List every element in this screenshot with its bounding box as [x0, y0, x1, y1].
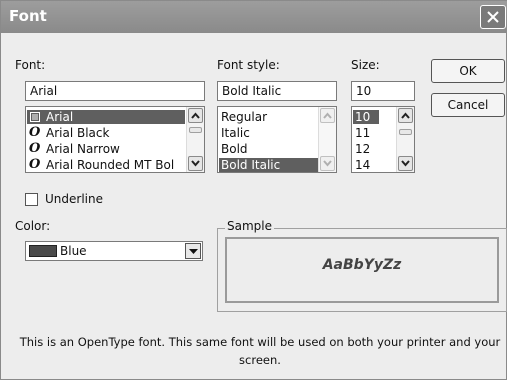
font-label: Font:: [15, 58, 46, 72]
style-list-scrollbar[interactable]: [318, 107, 336, 172]
chevron-up-icon: [323, 112, 332, 119]
sample-preview: AaBbYyZz: [225, 237, 499, 303]
style-list-item-bold-italic[interactable]: Bold Italic: [219, 158, 319, 172]
opentype-icon: O: [29, 125, 41, 140]
font-list-item-label: Arial Narrow: [46, 142, 120, 156]
font-name-input[interactable]: Arial: [25, 81, 205, 101]
font-style-list[interactable]: Regular Italic Bold Bold Italic: [217, 106, 337, 173]
opentype-icon: O: [29, 157, 41, 172]
scroll-thumb[interactable]: [189, 127, 202, 133]
size-input[interactable]: 10: [351, 81, 415, 101]
scroll-up-button[interactable]: [398, 108, 413, 123]
chevron-down-icon: [191, 160, 200, 167]
dialog-title: Font: [9, 7, 47, 25]
style-list-item-bold[interactable]: Bold: [219, 142, 319, 156]
printer-font-icon: [30, 112, 40, 122]
size-list-item-12[interactable]: 12: [353, 142, 379, 156]
chevron-down-icon: [323, 160, 332, 167]
opentype-icon: O: [29, 141, 41, 156]
font-list-item-label: Arial: [46, 110, 74, 124]
size-label: Size:: [351, 58, 380, 72]
scroll-down-button[interactable]: [398, 156, 413, 171]
scroll-thumb[interactable]: [399, 129, 412, 135]
font-list-item-arial-black[interactable]: O Arial Black: [27, 125, 185, 141]
scroll-up-button[interactable]: [188, 108, 203, 123]
font-list-item-label: Arial Rounded MT Bol: [46, 158, 175, 172]
style-list-item-regular[interactable]: Regular: [219, 110, 319, 124]
scroll-down-button[interactable]: [188, 156, 203, 171]
font-list-item-arial[interactable]: Arial: [27, 110, 185, 124]
title-bar[interactable]: Font: [1, 1, 507, 33]
font-list-scrollbar[interactable]: [186, 107, 204, 172]
close-button[interactable]: [480, 5, 506, 29]
font-list-item-label: Arial Black: [46, 126, 110, 140]
font-style-input[interactable]: Bold Italic: [217, 81, 337, 101]
size-list-item-14[interactable]: 14: [353, 158, 379, 172]
close-icon: [487, 11, 499, 23]
font-list-item-arial-narrow[interactable]: O Arial Narrow: [27, 141, 185, 157]
cancel-button[interactable]: Cancel: [431, 93, 505, 117]
underline-label[interactable]: Underline: [45, 192, 103, 206]
color-swatch: [29, 245, 57, 257]
size-list[interactable]: 10 11 12 14: [351, 106, 415, 173]
color-select[interactable]: Blue: [25, 241, 203, 261]
underline-checkbox[interactable]: [25, 193, 38, 206]
font-list[interactable]: Arial O Arial Black O Arial Narrow O Ari…: [25, 106, 205, 173]
size-list-item-11[interactable]: 11: [353, 126, 379, 140]
color-label: Color:: [15, 219, 51, 233]
font-description: This is an OpenType font. This same font…: [19, 335, 501, 367]
font-list-item-arial-rounded[interactable]: O Arial Rounded MT Bol: [27, 157, 185, 173]
chevron-down-icon: [401, 160, 410, 167]
chevron-up-icon: [401, 112, 410, 119]
font-style-label: Font style:: [217, 58, 280, 72]
chevron-down-icon: [189, 249, 198, 254]
color-dropdown-button[interactable]: [185, 243, 201, 259]
style-list-item-italic[interactable]: Italic: [219, 126, 319, 140]
ok-button[interactable]: OK: [431, 59, 505, 83]
size-list-item-10[interactable]: 10: [353, 110, 379, 124]
font-dialog: Font Font: Arial Arial O Arial Black O A…: [0, 0, 507, 380]
sample-text: AaBbYyZz: [322, 257, 402, 273]
sample-label: Sample: [225, 219, 274, 233]
scroll-up-button[interactable]: [320, 108, 335, 123]
size-list-scrollbar[interactable]: [396, 107, 414, 172]
chevron-up-icon: [191, 112, 200, 119]
color-select-value: Blue: [60, 244, 87, 258]
scroll-down-button[interactable]: [320, 156, 335, 171]
